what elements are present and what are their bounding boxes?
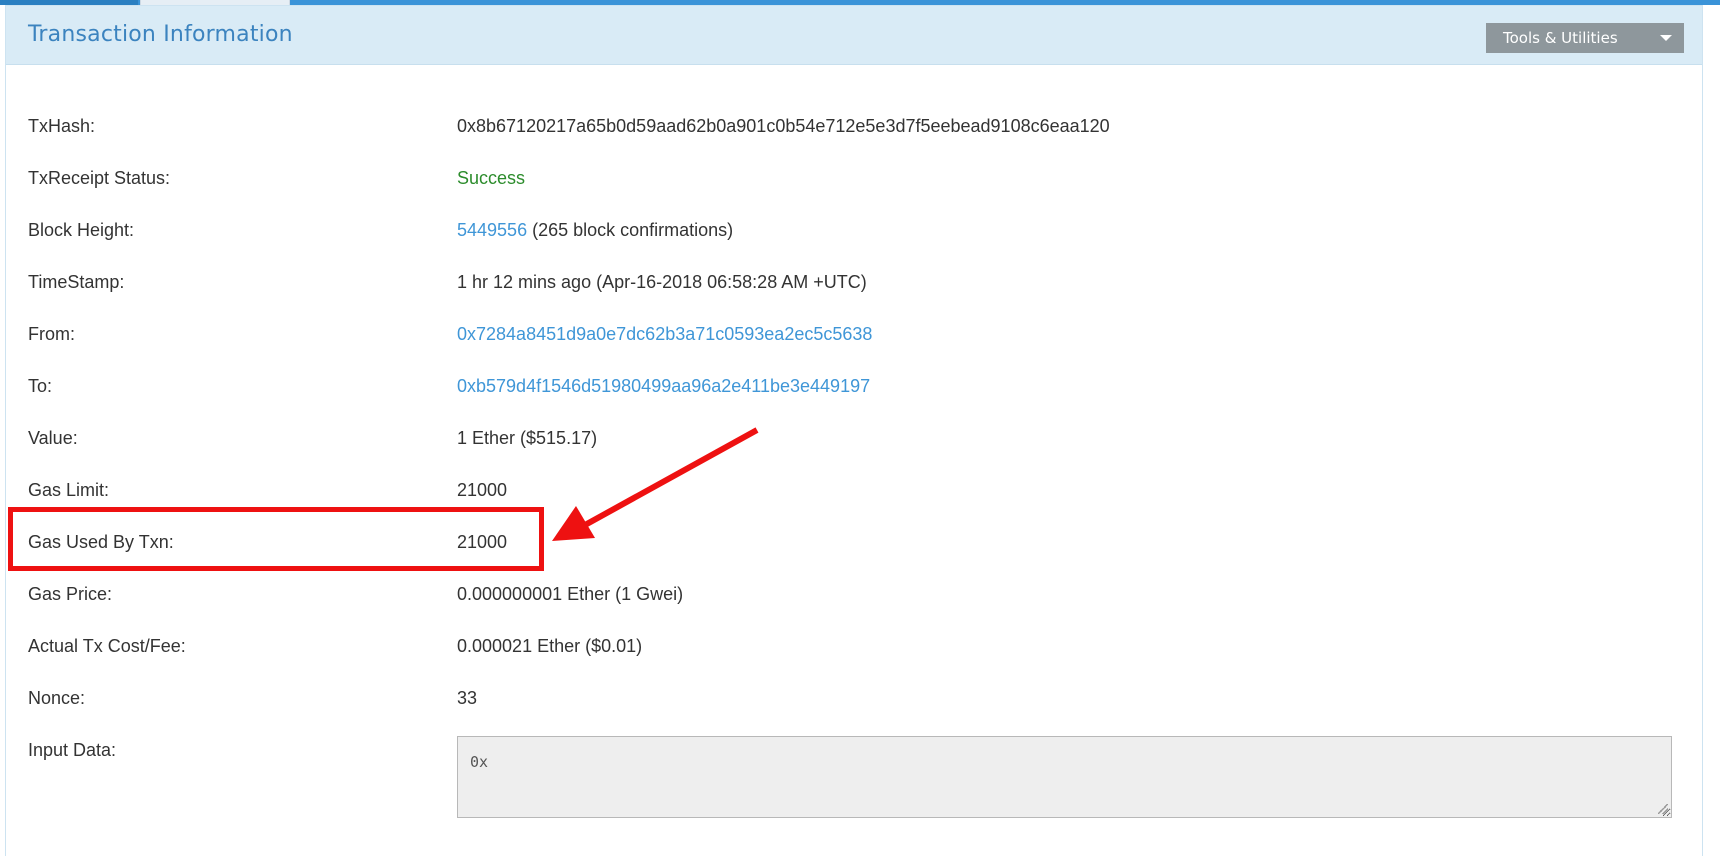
- page: Transaction Information Tools & Utilitie…: [0, 0, 1720, 856]
- gas-used-value: 21000: [457, 532, 508, 552]
- row-label: Gas Used By Txn:: [28, 532, 174, 552]
- row-gas-used: Gas Used By Txn: 21000: [6, 527, 1702, 557]
- nonce-value: 33: [457, 688, 478, 708]
- block-link[interactable]: 5449556: [457, 220, 527, 240]
- row-label: Actual Tx Cost/Fee:: [28, 636, 186, 656]
- txhash-value: 0x8b67120217a65b0d59aad62b0a901c0b54e712…: [457, 116, 1110, 136]
- tools-utilities-button[interactable]: Tools & Utilities: [1486, 23, 1684, 53]
- resize-grip-icon[interactable]: [1658, 804, 1668, 814]
- input-data-value: 0x: [470, 753, 489, 771]
- row-label: Gas Limit:: [28, 480, 110, 500]
- tools-utilities-label: Tools & Utilities: [1503, 29, 1618, 47]
- row-actual-fee: Actual Tx Cost/Fee: 0.000021 Ether ($0.0…: [6, 631, 1702, 661]
- row-label: From:: [28, 324, 75, 344]
- transaction-panel: Transaction Information Tools & Utilitie…: [5, 5, 1703, 856]
- ether-value: 1 Ether ($515.17): [457, 428, 598, 448]
- status-value: Success: [457, 168, 526, 188]
- panel-title: Transaction Information: [28, 22, 293, 47]
- row-label: TimeStamp:: [28, 272, 125, 292]
- block-confirmations: (265 block confirmations): [527, 220, 734, 240]
- row-label: Gas Price:: [28, 584, 113, 604]
- row-label: Block Height:: [28, 220, 135, 240]
- timestamp-value: 1 hr 12 mins ago (Apr-16-2018 06:58:28 A…: [457, 272, 867, 292]
- row-value: Value: 1 Ether ($515.17): [6, 423, 1702, 453]
- row-txreceipt-status: TxReceipt Status: Success: [6, 163, 1702, 193]
- row-gas-limit: Gas Limit: 21000: [6, 475, 1702, 505]
- row-from: From: 0x7284a8451d9a0e7dc62b3a71c0593ea2…: [6, 319, 1702, 349]
- caret-down-icon: [1660, 35, 1672, 41]
- row-gas-price: Gas Price: 0.000000001 Ether (1 Gwei): [6, 579, 1702, 609]
- row-txhash: TxHash: 0x8b67120217a65b0d59aad62b0a901c…: [6, 111, 1702, 141]
- row-label: Value:: [28, 428, 78, 448]
- row-label: Input Data:: [28, 740, 117, 760]
- row-nonce: Nonce: 33: [6, 683, 1702, 713]
- row-timestamp: TimeStamp: 1 hr 12 mins ago (Apr-16-2018…: [6, 267, 1702, 297]
- block-height-value: 5449556 (265 block confirmations): [457, 215, 733, 245]
- from-address-link[interactable]: 0x7284a8451d9a0e7dc62b3a71c0593ea2ec5c56…: [457, 319, 872, 349]
- gas-limit-value: 21000: [457, 480, 508, 500]
- row-label: TxHash:: [28, 116, 96, 136]
- row-label: TxReceipt Status:: [28, 168, 171, 188]
- row-label: Nonce:: [28, 688, 86, 708]
- row-block-height: Block Height: 5449556 (265 block confirm…: [6, 215, 1702, 245]
- to-address-link[interactable]: 0xb579d4f1546d51980499aa96a2e411be3e4491…: [457, 371, 870, 401]
- actual-fee-value: 0.000021 Ether ($0.01): [457, 636, 643, 656]
- panel-header: Transaction Information Tools & Utilitie…: [6, 6, 1702, 65]
- gas-price-value: 0.000000001 Ether (1 Gwei): [457, 584, 684, 604]
- row-to: To: 0xb579d4f1546d51980499aa96a2e411be3e…: [6, 371, 1702, 401]
- input-data-textarea[interactable]: 0x: [457, 736, 1672, 818]
- row-label: To:: [28, 376, 53, 396]
